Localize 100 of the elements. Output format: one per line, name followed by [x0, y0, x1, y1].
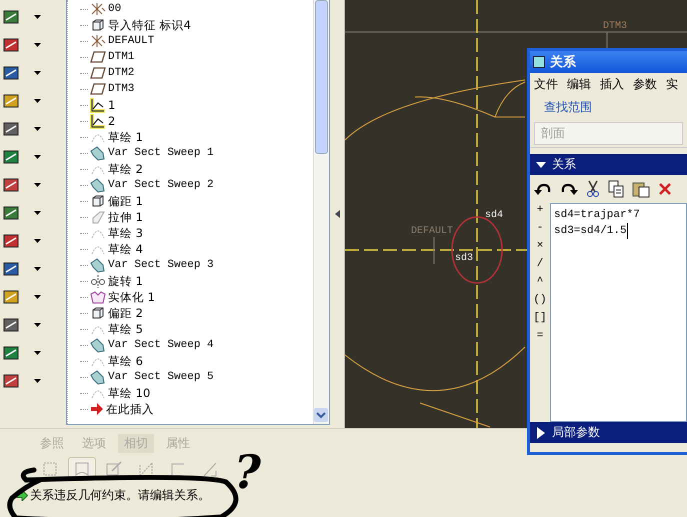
caret-icon[interactable] [34, 43, 41, 47]
section-header[interactable]: 局部参数 [530, 422, 687, 443]
dimension-label[interactable]: sd3 [455, 253, 474, 264]
section-header[interactable]: 关系 [530, 154, 687, 175]
caret-icon[interactable] [34, 15, 41, 19]
leader-line [606, 32, 608, 48]
menu-item[interactable]: 插入 [600, 76, 624, 93]
tree-item[interactable]: 草绘 2 [108, 161, 143, 177]
scrollbar[interactable] [313, 0, 329, 424]
toolbar-tool-icon[interactable] [2, 176, 20, 194]
tree-item[interactable]: 偏距 2 [108, 305, 143, 321]
tree-item[interactable]: 2 [108, 113, 116, 129]
tree-item[interactable]: 导入特征 标识4 [108, 17, 191, 33]
tree-item[interactable]: DTM2 [108, 65, 134, 81]
hand-drawn-question-mark: ? [234, 449, 261, 495]
toolbar-tool-icon[interactable] [2, 36, 20, 54]
operator-button[interactable]: [] [533, 311, 547, 326]
redo-icon[interactable] [560, 181, 578, 197]
menu-item[interactable]: 编辑 [567, 76, 591, 93]
toolbar-tool-icon[interactable] [2, 260, 20, 278]
tree-item[interactable]: 草绘 10 [108, 385, 150, 401]
toolbar-tool-icon[interactable] [2, 64, 20, 82]
toolbar-tool-icon[interactable] [2, 344, 20, 362]
arrow-icon [90, 403, 104, 415]
toolbar-tool-icon[interactable] [2, 288, 20, 306]
toolbar-tool-icon[interactable] [2, 92, 20, 110]
caret-icon[interactable] [34, 183, 41, 187]
sweep-icon [90, 178, 106, 192]
caret-icon[interactable] [34, 239, 41, 243]
tree-item[interactable]: DTM3 [108, 81, 134, 97]
delete-icon[interactable] [658, 182, 672, 196]
menu-item[interactable]: 参数 [633, 76, 657, 93]
tree-item[interactable]: 草绘 6 [108, 353, 143, 369]
tree-item[interactable]: DEFAULT [108, 33, 154, 49]
caret-icon[interactable] [34, 71, 41, 75]
banner-icon [73, 460, 91, 478]
caret-icon[interactable] [34, 379, 41, 383]
scroll-down-icon[interactable] [314, 408, 328, 422]
tree-item[interactable]: 在此插入 [106, 401, 154, 417]
message-arrow-icon [16, 490, 28, 501]
scrollbar-thumb[interactable] [315, 0, 328, 154]
revolve-icon [90, 274, 106, 288]
tree-item[interactable]: 草绘 4 [108, 241, 143, 257]
tree-item[interactable]: DTM1 [108, 49, 134, 65]
toolbar-tool-icon[interactable] [2, 372, 20, 390]
tree-item[interactable]: Var Sect Sweep 3 [108, 257, 214, 273]
menu-item[interactable]: 实 [666, 76, 678, 93]
operator-button[interactable]: / [536, 257, 544, 272]
caret-icon[interactable] [34, 351, 41, 355]
tree-item[interactable]: Var Sect Sweep 5 [108, 369, 214, 385]
caret-icon[interactable] [34, 267, 41, 271]
tree-item[interactable]: 实体化 1 [108, 289, 155, 305]
triangle-right-icon [536, 426, 546, 438]
menu-item[interactable]: 文件 [534, 76, 558, 93]
operator-button[interactable]: = [536, 329, 544, 344]
datum-label: DTM3 [603, 21, 628, 32]
relation-line: sd4=trajpar*7 [554, 208, 640, 223]
paste-icon[interactable] [632, 180, 650, 198]
collapse-arrow-icon[interactable] [334, 210, 340, 218]
tree-item[interactable]: Var Sect Sweep 4 [108, 337, 214, 353]
datum-plane-icon [90, 50, 106, 64]
window-icon [533, 56, 545, 68]
square-icon [41, 460, 59, 478]
cube-icon [90, 194, 106, 208]
tree-item[interactable]: 00 [108, 1, 122, 17]
operator-button[interactable]: × [536, 239, 544, 254]
operator-button[interactable]: + [536, 203, 544, 218]
tree-item[interactable]: 草绘 1 [108, 129, 143, 145]
tree-item[interactable]: 草绘 3 [108, 225, 143, 241]
caret-icon[interactable] [34, 295, 41, 299]
caret-icon[interactable] [34, 323, 41, 327]
section-title: 局部参数 [552, 424, 600, 441]
tree-item[interactable]: 拉伸 1 [108, 209, 143, 225]
toolbar-tool-icon[interactable] [2, 148, 20, 166]
tree-item[interactable]: 偏距 1 [108, 193, 143, 209]
sweep-icon [90, 338, 106, 352]
caret-icon[interactable] [34, 211, 41, 215]
copy-icon[interactable] [608, 180, 624, 198]
toolbar-tool-icon[interactable] [2, 232, 20, 250]
edit-icon [105, 460, 123, 478]
operator-button[interactable]: ^ [536, 275, 544, 290]
cut-icon[interactable] [586, 180, 600, 198]
tree-item[interactable]: Var Sect Sweep 2 [108, 177, 214, 193]
tree-item[interactable]: Var Sect Sweep 1 [108, 145, 214, 161]
tree-item[interactable]: 1 [108, 97, 116, 113]
toolbar-tool-icon[interactable] [2, 204, 20, 222]
undo-icon[interactable] [534, 181, 552, 197]
dimension-label[interactable]: sd4 [485, 210, 504, 221]
caret-icon[interactable] [34, 127, 41, 131]
relations-editor[interactable]: sd4=trajpar*7 sd3=sd4/1.5 [550, 203, 687, 422]
sweep-icon [90, 370, 106, 384]
toolbar-tool-icon[interactable] [2, 316, 20, 334]
operator-button[interactable]: - [536, 221, 544, 236]
caret-icon[interactable] [34, 155, 41, 159]
caret-icon[interactable] [34, 99, 41, 103]
tree-item[interactable]: 旋转 1 [108, 273, 143, 289]
operator-button[interactable]: () [533, 293, 547, 308]
tree-item[interactable]: 草绘 5 [108, 321, 143, 337]
toolbar-tool-icon[interactable] [2, 8, 20, 26]
toolbar-tool-icon[interactable] [2, 120, 20, 138]
